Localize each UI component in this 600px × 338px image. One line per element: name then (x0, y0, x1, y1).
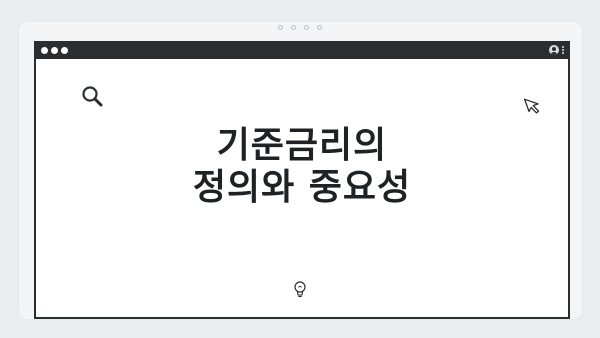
browser-titlebar (36, 43, 568, 59)
dot (278, 25, 283, 30)
close-dot-icon[interactable] (41, 47, 48, 54)
titlebar-actions (549, 45, 564, 55)
dot (317, 25, 322, 30)
dot (291, 25, 296, 30)
user-icon[interactable] (549, 45, 559, 55)
browser-window: 기준금리의 정의와 중요성 (34, 41, 570, 319)
kebab-menu-icon[interactable] (562, 46, 564, 54)
dot (304, 25, 309, 30)
page-title: 기준금리의 정의와 중요성 (36, 125, 568, 209)
window-controls (41, 47, 68, 54)
maximize-dot-icon[interactable] (61, 47, 68, 54)
title-line-1: 기준금리의 (216, 125, 388, 166)
minimize-dot-icon[interactable] (51, 47, 58, 54)
search-icon (82, 86, 103, 107)
cursor-arrow-icon (524, 98, 540, 114)
title-line-2: 정의와 중요성 (192, 167, 412, 208)
lightbulb-icon (294, 281, 306, 298)
page-indicator-dots (0, 25, 600, 30)
page-background: 기준금리의 정의와 중요성 (0, 0, 600, 338)
